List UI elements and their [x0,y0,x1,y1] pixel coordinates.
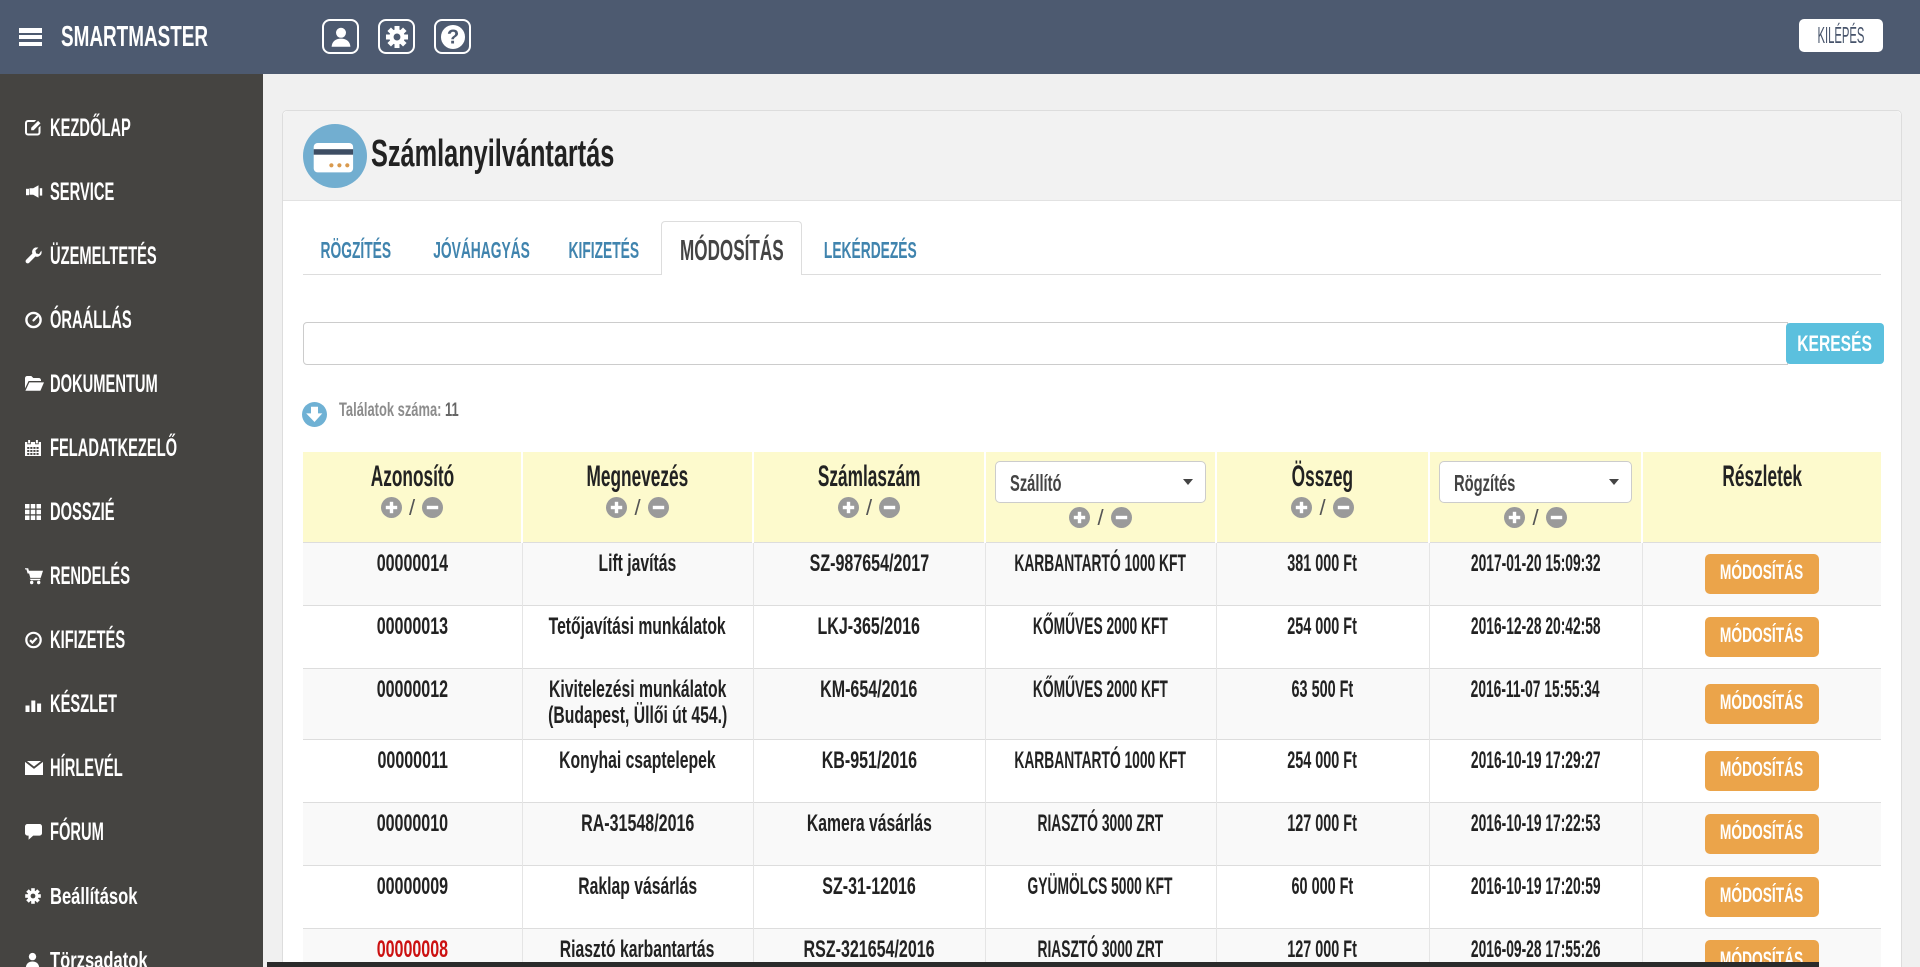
svg-text:?: ? [446,26,458,48]
